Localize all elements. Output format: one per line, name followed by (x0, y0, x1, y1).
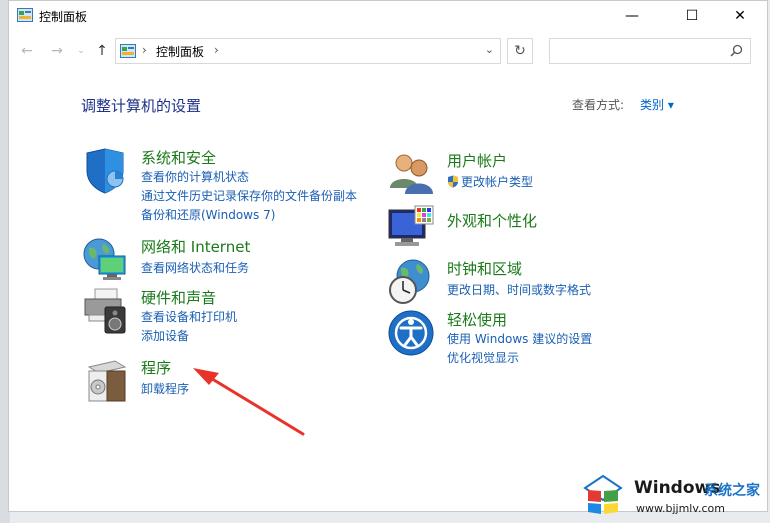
link-text[interactable]: 更改帐户类型 (461, 175, 533, 189)
watermark: Windows 系统之家 www.bjjmlv.com (578, 468, 770, 523)
link-backup-restore[interactable]: 备份和还原(Windows 7) (141, 206, 275, 223)
maximize-button[interactable]: ☐ (669, 1, 715, 31)
windows-logo-icon (583, 474, 623, 514)
view-by-label: 查看方式: (572, 98, 625, 112)
window-title: 控制面板 (39, 10, 88, 24)
uac-shield-icon (448, 175, 458, 188)
address-dropdown-icon[interactable]: ⌄ (485, 43, 494, 56)
category-title[interactable]: 网络和 Internet (141, 236, 250, 257)
link-uninstall-program[interactable]: 卸载程序 (141, 380, 189, 397)
refresh-button[interactable]: ↻ (507, 38, 533, 64)
page-title: 调整计算机的设置 (81, 97, 202, 115)
network-globe-icon[interactable] (81, 236, 129, 284)
users-icon[interactable] (387, 150, 435, 198)
link-file-history[interactable]: 通过文件历史记录保存你的文件备份副本 (141, 187, 357, 204)
category-title[interactable]: 用户帐户 (447, 150, 507, 171)
address-toolbar: ← → ⌄ ↑ › 控制面板 › ⌄ ↻ (9, 35, 767, 67)
breadcrumb-separator[interactable]: › (214, 43, 219, 57)
watermark-url: www.bjjmlv.com (636, 502, 725, 515)
link-windows-recommended[interactable]: 使用 Windows 建议的设置 (447, 330, 592, 347)
link-add-device[interactable]: 添加设备 (141, 327, 189, 344)
link-optimize-visual[interactable]: 优化视觉显示 (447, 349, 519, 366)
control-panel-icon (17, 8, 33, 22)
link-network-status[interactable]: 查看网络状态和任务 (141, 259, 249, 276)
view-by-dropdown[interactable]: 类别 ▾ (640, 96, 674, 113)
breadcrumb-control-panel[interactable]: 控制面板 (156, 43, 204, 60)
search-icon[interactable] (730, 44, 743, 57)
programs-box-icon[interactable] (81, 357, 129, 405)
printer-speaker-icon[interactable] (81, 287, 129, 335)
search-box[interactable] (549, 38, 751, 64)
clock-globe-icon[interactable] (387, 258, 435, 306)
back-arrow-icon[interactable]: ← (17, 41, 37, 61)
recent-chevron-icon[interactable]: ⌄ (71, 41, 91, 61)
minimize-button[interactable]: — (609, 1, 655, 31)
security-shield-icon[interactable] (81, 147, 129, 195)
category-title[interactable]: 时钟和区域 (447, 258, 522, 279)
ease-of-access-icon[interactable] (387, 309, 435, 357)
category-title[interactable]: 系统和安全 (141, 147, 216, 168)
watermark-brand-cn: 系统之家 (704, 483, 760, 499)
up-arrow-icon[interactable]: ↑ (92, 41, 112, 61)
category-title[interactable]: 轻松使用 (447, 309, 507, 330)
refresh-icon: ↻ (514, 43, 526, 59)
category-title[interactable]: 外观和个性化 (447, 210, 537, 231)
link-devices-printers[interactable]: 查看设备和打印机 (141, 308, 237, 325)
link-view-computer-status[interactable]: 查看你的计算机状态 (141, 168, 249, 185)
control-panel-icon (120, 44, 136, 58)
category-title[interactable]: 硬件和声音 (141, 287, 216, 308)
link-change-date-time[interactable]: 更改日期、时间或数字格式 (447, 281, 591, 298)
title-bar[interactable]: 控制面板 — ☐ ✕ (9, 1, 767, 31)
control-panel-window: 控制面板 — ☐ ✕ ← → ⌄ ↑ › 控制面板 › ⌄ ↻ 调整计算机的设置… (8, 0, 768, 512)
close-button[interactable]: ✕ (717, 1, 763, 31)
search-input[interactable] (554, 40, 728, 64)
category-title[interactable]: 程序 (141, 357, 171, 378)
appearance-monitor-icon[interactable] (387, 204, 435, 252)
breadcrumb-separator[interactable]: › (142, 43, 147, 57)
address-bar[interactable]: › 控制面板 › ⌄ (115, 38, 501, 64)
link-change-account-type[interactable]: 更改帐户类型 (447, 173, 533, 190)
forward-arrow-icon[interactable]: → (47, 41, 67, 61)
